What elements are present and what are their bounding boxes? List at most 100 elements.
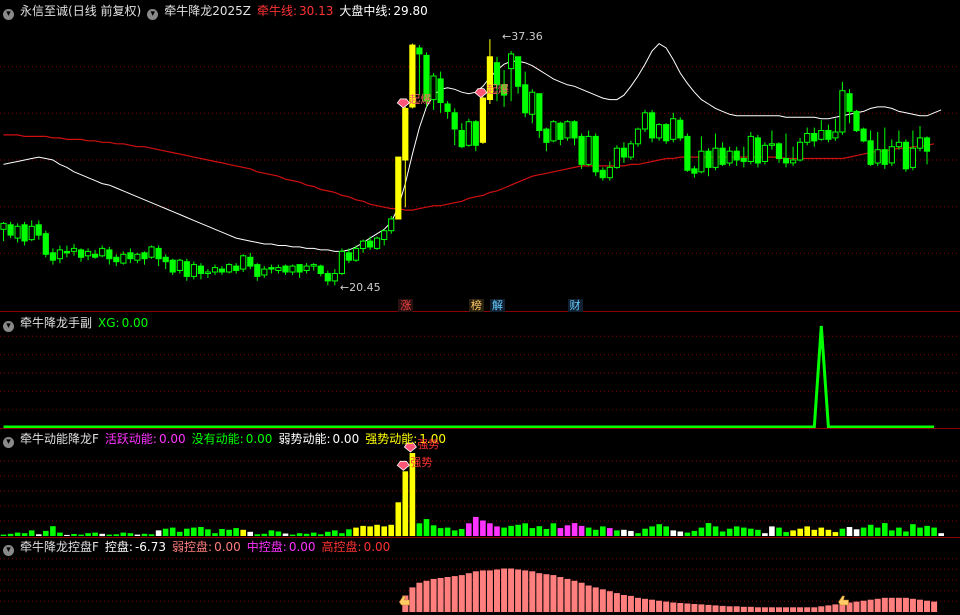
candle-body	[719, 147, 726, 165]
momentum-bar	[198, 527, 204, 536]
momentum-bar	[148, 534, 155, 536]
candle-body	[740, 158, 747, 162]
control-bar	[754, 607, 761, 612]
momentum-bar	[444, 527, 451, 536]
candle-body	[204, 271, 212, 274]
high-value: 37.36	[511, 29, 543, 43]
panel-separator	[0, 537, 960, 538]
candle-body	[85, 250, 92, 257]
event-badge-bang[interactable]: 榜	[468, 299, 484, 312]
control-bar	[515, 569, 522, 612]
control-bar	[649, 599, 656, 612]
candle-body	[712, 147, 719, 168]
momentum-bar	[360, 525, 366, 536]
candle-body	[310, 264, 317, 267]
control-bar	[888, 597, 895, 612]
candle-body	[345, 252, 352, 261]
control-bar	[691, 604, 698, 612]
control-bar	[620, 595, 627, 612]
p2-header: ▾ 牵牛降龙手副 XG: 0.00	[3, 315, 154, 332]
momentum-bar	[268, 530, 275, 536]
momentum-bar	[430, 525, 437, 536]
candle-body	[268, 267, 275, 270]
candle-body	[634, 128, 642, 145]
candle-body	[557, 122, 564, 140]
momentum-bar	[600, 526, 606, 536]
candle-body	[254, 264, 261, 277]
control-bar	[409, 587, 416, 612]
candle-body	[21, 224, 28, 242]
control-bar	[550, 575, 557, 612]
candle-body	[902, 141, 909, 170]
candle-body	[437, 78, 444, 104]
candle-body	[761, 144, 768, 163]
momentum-bar	[395, 502, 402, 537]
candle-body	[14, 225, 21, 239]
momentum-bar	[522, 523, 528, 536]
momentum-bar	[691, 530, 698, 536]
candle-body	[56, 249, 63, 260]
control-bar	[719, 605, 726, 612]
control-bar	[797, 607, 804, 612]
event-badge-cai[interactable]: 财	[567, 299, 583, 312]
momentum-bar	[296, 533, 303, 536]
chevron-down-icon[interactable]: ▾	[3, 321, 14, 332]
candle-body	[148, 246, 155, 258]
candle-body	[70, 247, 78, 252]
p2-value: 0.00	[121, 316, 149, 330]
candle-body	[627, 143, 634, 158]
momentum-bar	[501, 527, 507, 536]
momentum-bar	[494, 526, 500, 536]
candle-body	[7, 224, 14, 236]
candle-body	[162, 256, 169, 263]
momentum-bar	[317, 534, 324, 536]
momentum-bar	[423, 519, 430, 536]
candle-body	[465, 121, 472, 146]
event-badge-zhang[interactable]: 涨	[398, 299, 414, 312]
candle-body	[282, 265, 289, 273]
line1-label: 牵牛线:	[256, 4, 298, 18]
main-header: ▾ 永信至诚(日线 前复权) ▾ 牵牛降龙2025Z 牵牛线: 30.13 大盘中线: 29.…	[3, 3, 434, 20]
candle-body	[395, 156, 402, 220]
momentum-bar	[458, 529, 465, 536]
chevron-down-icon[interactable]: ▾	[3, 9, 14, 20]
candle-body	[641, 112, 649, 130]
control-bar	[564, 578, 571, 612]
control-bar	[635, 597, 641, 612]
control-bar	[663, 601, 670, 612]
candle-body	[684, 135, 691, 171]
momentum-bar	[353, 527, 359, 536]
control-bar	[874, 598, 881, 612]
p4-item-label: 高控盘:	[321, 540, 362, 554]
control-bar	[698, 604, 705, 612]
candle-body	[120, 253, 127, 264]
control-bar	[811, 607, 818, 612]
event-badge-jie[interactable]: 解	[490, 299, 505, 312]
candle-body	[458, 130, 465, 148]
candle-body	[261, 268, 268, 276]
candle-body	[155, 247, 162, 260]
candle-body	[515, 56, 522, 87]
candle-body	[578, 135, 585, 165]
chevron-down-icon[interactable]: ▾	[147, 9, 159, 20]
candle-body	[818, 130, 825, 140]
momentum-bar	[607, 528, 613, 536]
chevron-down-icon[interactable]: ▾	[3, 545, 14, 556]
momentum-bar	[621, 529, 627, 536]
line2-label: 大盘中线:	[339, 4, 392, 18]
control-bar	[881, 597, 888, 612]
momentum-bar	[790, 530, 796, 536]
momentum-bar	[226, 529, 232, 536]
candle-body	[303, 265, 310, 272]
candle-body	[797, 141, 804, 161]
momentum-bar	[14, 532, 21, 536]
candle-body	[543, 128, 550, 143]
momentum-bar	[846, 527, 853, 536]
candle-body	[176, 259, 183, 272]
momentum-bar	[339, 533, 345, 536]
low-price-label: ←20.45	[338, 281, 383, 294]
momentum-bar	[705, 523, 712, 536]
candle-body	[451, 112, 458, 130]
p4-item-label: 弱控盘:	[172, 540, 213, 554]
chevron-down-icon[interactable]: ▾	[3, 437, 14, 448]
